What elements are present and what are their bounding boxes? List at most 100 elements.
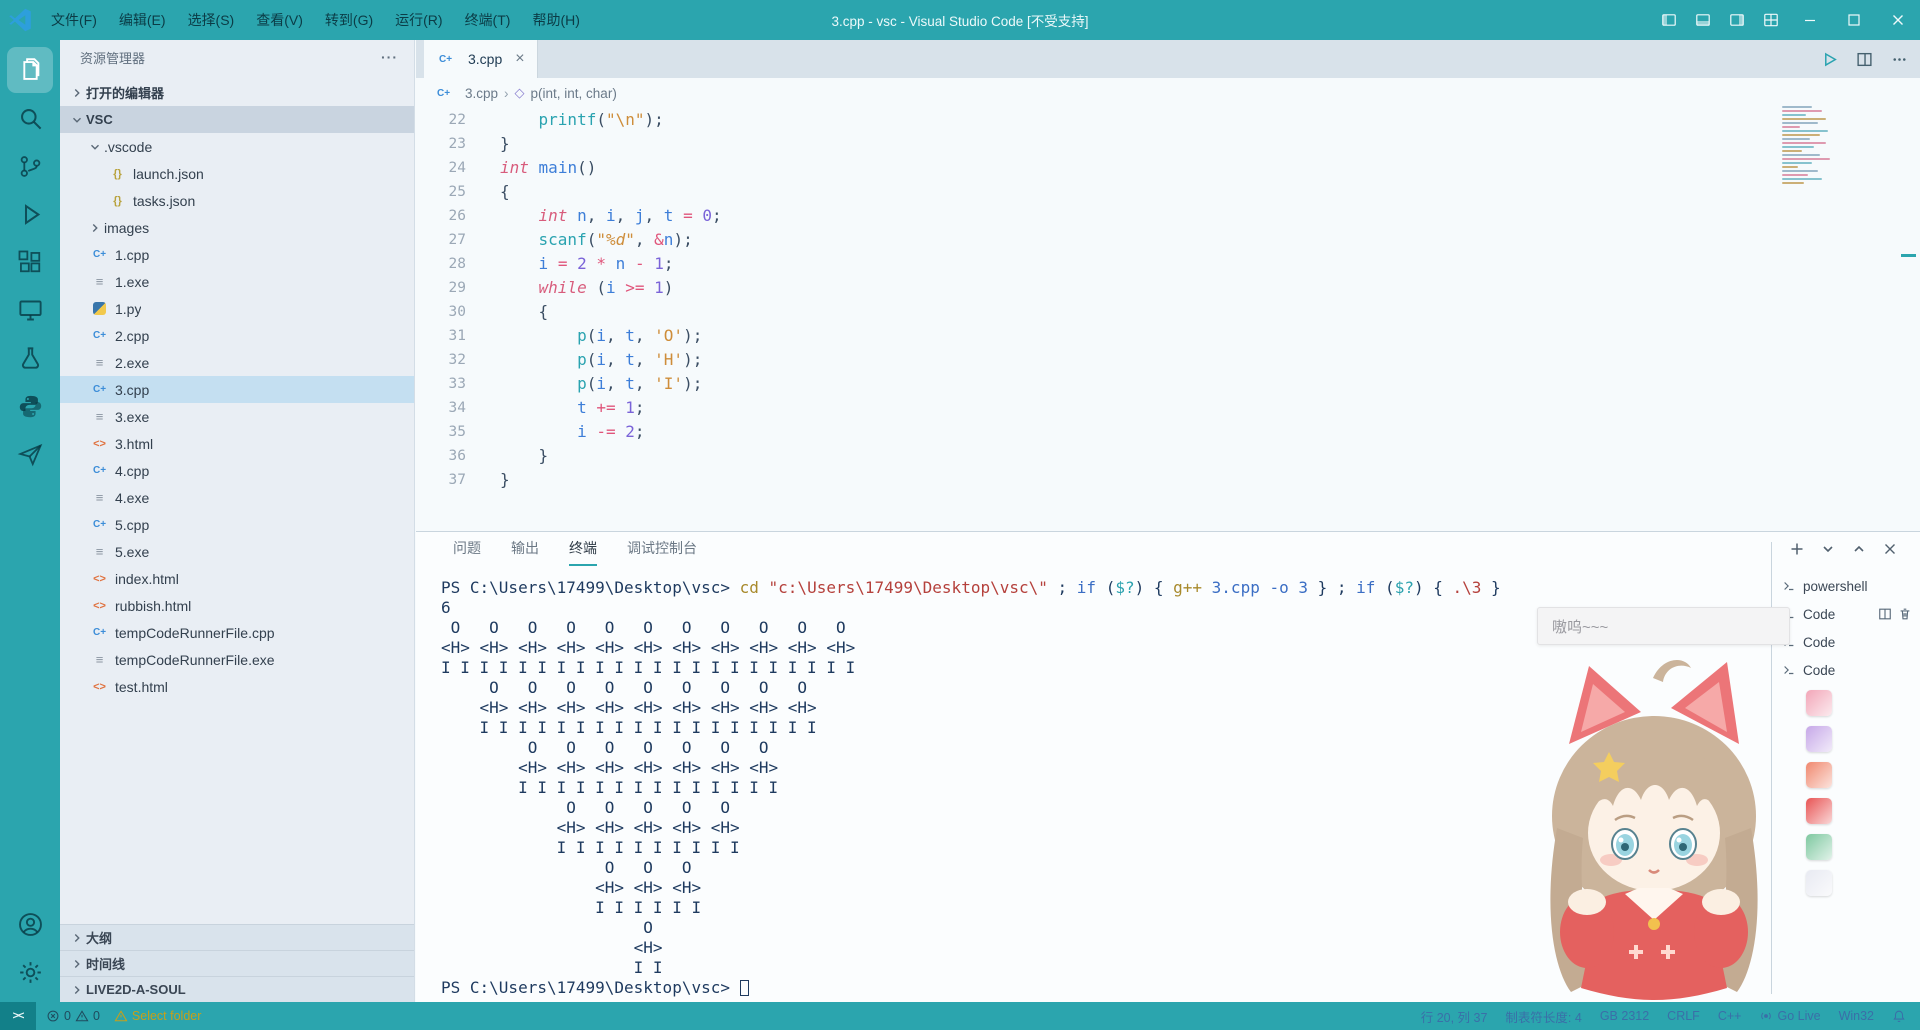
menu-item[interactable]: 帮助(H) [521, 0, 590, 40]
tree-item-rubbish.html[interactable]: <> rubbish.html [60, 592, 414, 619]
minimize-button[interactable] [1788, 0, 1832, 40]
activity-testing[interactable] [7, 335, 53, 381]
split-terminal-icon[interactable] [1878, 607, 1892, 621]
section-大纲[interactable]: 大纲 [60, 924, 414, 950]
sticker-thumbnail[interactable] [1806, 798, 1832, 824]
status-go-live[interactable]: Go Live [1759, 1009, 1821, 1023]
activity-account[interactable] [7, 901, 53, 947]
terminal-tab-powershell[interactable]: powershell [1774, 572, 1920, 600]
activity-search[interactable] [7, 95, 53, 141]
sticker-thumbnail[interactable] [1806, 726, 1832, 752]
section-live2d-a-soul[interactable]: LIVE2D-A-SOUL [60, 976, 414, 1002]
terminal-tab-code[interactable]: Code [1774, 656, 1920, 684]
tree-item-vsc[interactable]: VSC [60, 106, 414, 133]
status-gb-2312[interactable]: GB 2312 [1600, 1009, 1649, 1023]
activity-python[interactable] [7, 383, 53, 429]
minimap-line [1782, 122, 1818, 124]
panel-tab-终端[interactable]: 终端 [569, 532, 597, 566]
code-editor[interactable]: 22 printf("\n"); 23} 24 int main() 25{26 int… [416, 106, 1920, 531]
menu-item[interactable]: 编辑(E) [108, 0, 177, 40]
status-c++[interactable]: C++ [1718, 1009, 1742, 1023]
menu-item[interactable]: 文件(F) [40, 0, 108, 40]
close-button[interactable] [1876, 0, 1920, 40]
tree-item-tempcoderunnerfile.exe[interactable]: ≡ tempCodeRunnerFile.exe [60, 646, 414, 673]
menu-item[interactable]: 终端(T) [454, 0, 522, 40]
status-win32[interactable]: Win32 [1839, 1009, 1874, 1023]
tree-item-3.html[interactable]: <> 3.html [60, 430, 414, 457]
menu-item[interactable]: 运行(R) [384, 0, 453, 40]
status-bell[interactable] [1892, 1009, 1906, 1023]
panel-tab-问题[interactable]: 问题 [453, 532, 481, 566]
status--4[interactable]: 制表符长度: 4 [1505, 1007, 1581, 1026]
tree-item-3.exe[interactable]: ≡ 3.exe [60, 403, 414, 430]
sticker-thumbnail[interactable] [1806, 870, 1832, 896]
terminal-tab-code[interactable]: Code [1774, 600, 1920, 628]
problems-status[interactable]: 0 0 [46, 1009, 100, 1023]
tree-item-tasks.json[interactable]: {} tasks.json [60, 187, 414, 214]
vscode-logo-icon[interactable] [0, 8, 40, 32]
activity-extensions[interactable] [7, 239, 53, 285]
layout-grid-toggle[interactable] [1754, 0, 1788, 40]
tree-item-1.exe[interactable]: ≡ 1.exe [60, 268, 414, 295]
tree-item-打开的编辑器[interactable]: 打开的编辑器 [60, 79, 414, 106]
activity-run-debug[interactable] [7, 191, 53, 237]
tree-item-.vscode[interactable]: .vscode [60, 133, 414, 160]
tree-item-test.html[interactable]: <> test.html [60, 673, 414, 700]
tree-item-tempcoderunnerfile.cpp[interactable]: C+ tempCodeRunnerFile.cpp [60, 619, 414, 646]
tree-item-5.cpp[interactable]: C+ 5.cpp [60, 511, 414, 538]
panel-tab-输出[interactable]: 输出 [511, 532, 539, 566]
activity-remote-explorer[interactable] [7, 287, 53, 333]
breadcrumb-file[interactable]: 3.cpp [465, 86, 498, 101]
terminal-dropdown-button[interactable] [1820, 541, 1836, 557]
menu-item[interactable]: 转到(G) [314, 0, 384, 40]
layout-sidebar-toggle[interactable] [1652, 0, 1686, 40]
maximize-panel-button[interactable] [1851, 541, 1867, 557]
tree-item-label: tempCodeRunnerFile.cpp [115, 624, 275, 641]
new-terminal-button[interactable] [1789, 541, 1805, 557]
sticker-thumbnail[interactable] [1806, 762, 1832, 788]
section-时间线[interactable]: 时间线 [60, 950, 414, 976]
more-actions-button[interactable] [1891, 51, 1908, 68]
terminal-tab-code[interactable]: Code [1774, 628, 1920, 656]
sticker-thumbnail[interactable] [1806, 690, 1832, 716]
activity-settings[interactable] [7, 949, 53, 995]
tree-item-2.exe[interactable]: ≡ 2.exe [60, 349, 414, 376]
close-tab-icon[interactable]: × [515, 50, 524, 68]
menu-item[interactable]: 查看(V) [245, 0, 314, 40]
more-actions-icon[interactable]: ··· [381, 49, 398, 65]
layout-sidebar-right-toggle[interactable] [1720, 0, 1754, 40]
status-crlf[interactable]: CRLF [1667, 1009, 1700, 1023]
tree-item-1.py[interactable]: 1.py [60, 295, 414, 322]
status--20-37[interactable]: 行 20, 列 37 [1421, 1007, 1488, 1026]
menu-item[interactable]: 选择(S) [177, 0, 246, 40]
run-button[interactable] [1821, 51, 1838, 68]
breadcrumb-symbol[interactable]: p(int, int, char) [531, 86, 617, 101]
activity-live2d[interactable] [7, 431, 53, 477]
minimap[interactable] [1782, 100, 1840, 186]
tree-item-launch.json[interactable]: {} launch.json [60, 160, 414, 187]
split-editor-button[interactable] [1856, 51, 1873, 68]
tab-3cpp[interactable]: C+ 3.cpp × [424, 40, 538, 78]
remote-indicator[interactable]: >< [0, 1002, 36, 1030]
select-folder-status[interactable]: Select folder [114, 1009, 201, 1023]
live2d-character[interactable] [1512, 648, 1794, 1002]
activity-explorer[interactable] [7, 47, 53, 93]
tree-item-4.cpp[interactable]: C+ 4.cpp [60, 457, 414, 484]
tree-item-4.exe[interactable]: ≡ 4.exe [60, 484, 414, 511]
status-left: 0 0 Select folder [36, 1009, 201, 1023]
tree-item-1.cpp[interactable]: C+ 1.cpp [60, 241, 414, 268]
error-count: 0 [64, 1009, 71, 1023]
tree-item-index.html[interactable]: <> index.html [60, 565, 414, 592]
activity-source-control[interactable] [7, 143, 53, 189]
sticker-thumbnail[interactable] [1806, 834, 1832, 860]
maximize-button[interactable] [1832, 0, 1876, 40]
tree-item-images[interactable]: images [60, 214, 414, 241]
tree-item-2.cpp[interactable]: C+ 2.cpp [60, 322, 414, 349]
layout-panel-toggle[interactable] [1686, 0, 1720, 40]
close-panel-button[interactable] [1882, 541, 1898, 557]
kill-terminal-icon[interactable] [1898, 607, 1912, 621]
panel-tab-调试控制台[interactable]: 调试控制台 [627, 532, 697, 566]
status-label: CRLF [1667, 1009, 1700, 1023]
tree-item-3.cpp[interactable]: C+ 3.cpp [60, 376, 414, 403]
tree-item-5.exe[interactable]: ≡ 5.exe [60, 538, 414, 565]
